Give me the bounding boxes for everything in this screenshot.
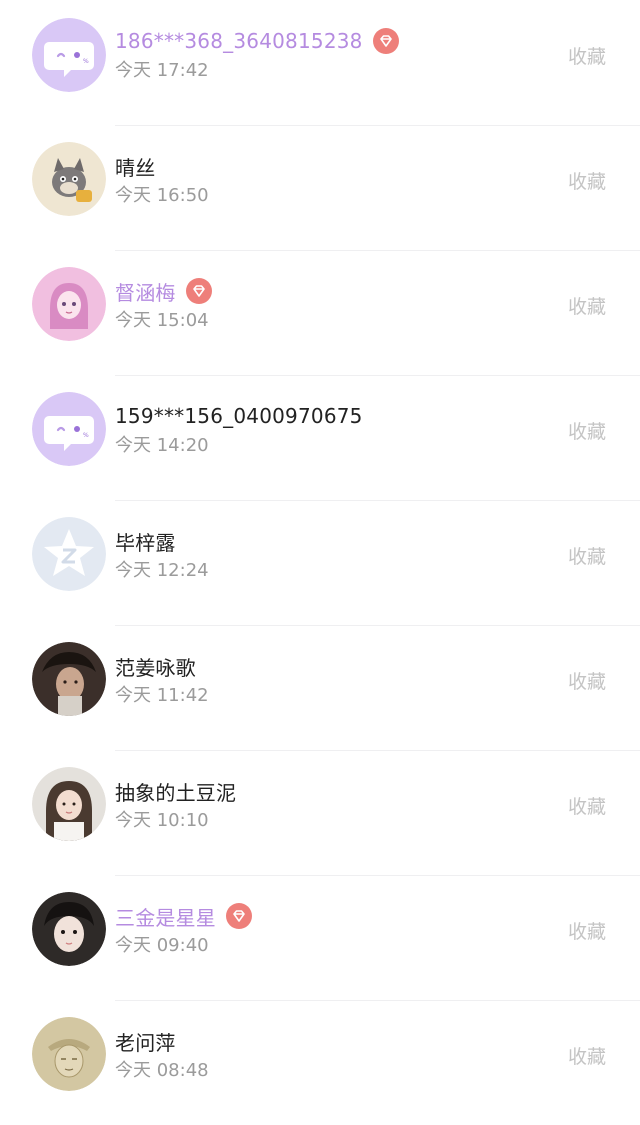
message-time: 今天 08:48 bbox=[115, 1060, 209, 1081]
divider bbox=[115, 1000, 640, 1001]
svg-text:%: % bbox=[83, 58, 89, 65]
divider bbox=[115, 750, 640, 751]
vip-diamond-icon bbox=[226, 903, 252, 929]
user-name[interactable]: 晴丝 bbox=[115, 152, 155, 181]
favorite-button[interactable]: 收藏 bbox=[568, 667, 606, 694]
photo-man-icon bbox=[32, 642, 106, 716]
chat-bubble-icon: % bbox=[32, 18, 106, 92]
divider bbox=[115, 250, 640, 251]
favorite-button[interactable]: 收藏 bbox=[568, 292, 606, 319]
list-item[interactable]: 范姜咏歌 今天 11:42 收藏 bbox=[0, 625, 640, 750]
divider bbox=[115, 875, 640, 876]
chat-bubble-icon: % bbox=[32, 392, 106, 466]
user-name[interactable]: 三金是星星 bbox=[115, 902, 216, 931]
avatar[interactable] bbox=[32, 517, 106, 591]
default-star-icon bbox=[32, 517, 106, 591]
favorite-button[interactable]: 收藏 bbox=[568, 917, 606, 944]
message-time: 今天 14:20 bbox=[115, 435, 209, 456]
favorite-button[interactable]: 收藏 bbox=[568, 167, 606, 194]
avatar[interactable]: % bbox=[32, 392, 106, 466]
divider bbox=[115, 500, 640, 501]
list-item[interactable]: 抽象的土豆泥 今天 10:10 收藏 bbox=[0, 750, 640, 875]
favorite-button[interactable]: 收藏 bbox=[568, 542, 606, 569]
user-name[interactable]: 督涵梅 bbox=[115, 277, 176, 306]
cartoon-cat-icon bbox=[32, 142, 106, 216]
photo-woman-icon bbox=[32, 767, 106, 841]
divider bbox=[115, 125, 640, 126]
sketch-icon bbox=[32, 1017, 106, 1091]
divider bbox=[115, 625, 640, 626]
list-item[interactable]: % 159***156_0400970675 今天 14:20 收藏 bbox=[0, 375, 640, 500]
user-name[interactable]: 抽象的土豆泥 bbox=[115, 777, 236, 806]
favorite-button[interactable]: 收藏 bbox=[568, 1042, 606, 1069]
user-name[interactable]: 186***368_3640815238 bbox=[115, 29, 363, 53]
avatar[interactable] bbox=[32, 1017, 106, 1091]
user-name[interactable]: 范姜咏歌 bbox=[115, 652, 196, 681]
user-name[interactable]: 老问萍 bbox=[115, 1027, 176, 1056]
avatar[interactable] bbox=[32, 767, 106, 841]
avatar[interactable] bbox=[32, 892, 106, 966]
avatar[interactable] bbox=[32, 267, 106, 341]
photo-boy-icon bbox=[32, 892, 106, 966]
name-line: 范姜咏歌 bbox=[115, 651, 196, 681]
list-item[interactable]: 晴丝 今天 16:50 收藏 bbox=[0, 125, 640, 250]
list-item[interactable]: 毕梓露 今天 12:24 收藏 bbox=[0, 500, 640, 625]
message-list: % 186***368_3640815238 今天 17:42 收藏 晴丝 今天… bbox=[0, 0, 640, 1104]
vip-diamond-icon bbox=[372, 28, 399, 54]
name-line: 抽象的土豆泥 bbox=[115, 776, 236, 806]
list-item[interactable]: 三金是星星 今天 09:40 收藏 bbox=[0, 875, 640, 1000]
message-time: 今天 15:04 bbox=[115, 310, 209, 331]
message-time: 今天 10:10 bbox=[115, 810, 209, 831]
name-line: 毕梓露 bbox=[115, 526, 176, 556]
name-line: 晴丝 bbox=[115, 151, 155, 181]
message-time: 今天 12:24 bbox=[115, 560, 209, 581]
list-item[interactable]: 老问萍 今天 08:48 收藏 bbox=[0, 1000, 640, 1125]
message-time: 今天 11:42 bbox=[115, 685, 209, 706]
favorite-button[interactable]: 收藏 bbox=[568, 42, 606, 69]
divider bbox=[115, 375, 640, 376]
user-name[interactable]: 159***156_0400970675 bbox=[115, 404, 363, 428]
name-line: 186***368_3640815238 bbox=[115, 26, 399, 56]
name-line: 老问萍 bbox=[115, 1026, 176, 1056]
list-item[interactable]: % 186***368_3640815238 今天 17:42 收藏 bbox=[0, 0, 640, 125]
name-line: 督涵梅 bbox=[115, 276, 212, 306]
favorite-button[interactable]: 收藏 bbox=[568, 792, 606, 819]
svg-text:%: % bbox=[83, 432, 89, 439]
user-name[interactable]: 毕梓露 bbox=[115, 527, 176, 556]
message-time: 今天 16:50 bbox=[115, 185, 209, 206]
avatar[interactable]: % bbox=[32, 18, 106, 92]
name-line: 三金是星星 bbox=[115, 901, 252, 931]
favorite-button[interactable]: 收藏 bbox=[568, 417, 606, 444]
vip-diamond-icon bbox=[185, 278, 212, 304]
message-time: 今天 09:40 bbox=[115, 935, 209, 956]
anime-girl-icon bbox=[32, 267, 106, 341]
avatar[interactable] bbox=[32, 142, 106, 216]
list-item[interactable]: 督涵梅 今天 15:04 收藏 bbox=[0, 250, 640, 375]
name-line: 159***156_0400970675 bbox=[115, 401, 363, 431]
avatar[interactable] bbox=[32, 642, 106, 716]
message-time: 今天 17:42 bbox=[115, 60, 209, 81]
